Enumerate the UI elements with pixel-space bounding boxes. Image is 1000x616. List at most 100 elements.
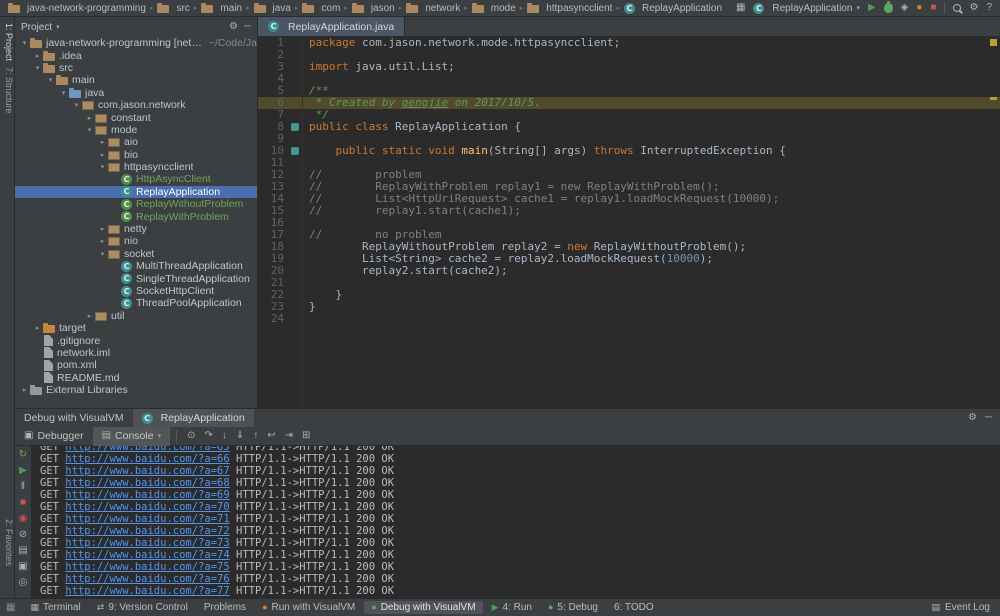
code-line-3[interactable]: 3import java.util.List; — [258, 61, 1000, 73]
tool-window-toggle-icon[interactable]: ▦ — [6, 602, 15, 613]
status-item-6-todo[interactable]: 6: TODO — [607, 601, 661, 614]
debug-session-tab[interactable]: ReplayApplication — [133, 409, 254, 427]
tree-item-network-iml[interactable]: network.iml — [15, 347, 257, 359]
tree-item-src[interactable]: ▾src — [15, 62, 257, 74]
tree-expand-icon[interactable]: ▾ — [58, 89, 69, 97]
resume-icon[interactable]: ▶ — [19, 466, 27, 476]
code-line-20[interactable]: 20 replay2.start(cache2); — [258, 265, 1000, 277]
settings-gear-icon[interactable]: ⚙ — [969, 3, 978, 13]
run-button[interactable]: ▶ — [868, 3, 876, 13]
run-config-selector[interactable]: ReplayApplication ▾ — [753, 3, 860, 14]
tree-item-httpasyncclient[interactable]: ▾httpasyncclient — [15, 161, 257, 173]
event-log-button[interactable]: ▤ Event Log — [931, 602, 994, 613]
tree-expand-icon[interactable]: ▾ — [84, 126, 95, 134]
tree-item-singlethreadapplication[interactable]: SingleThreadApplication — [15, 272, 257, 284]
code-line-10[interactable]: 10 public static void main(String[] args… — [258, 145, 1000, 157]
tree-item-threadpoolapplication[interactable]: ThreadPoolApplication — [15, 297, 257, 309]
restore-layout-icon[interactable]: ▤ — [18, 546, 27, 556]
tree-item-java[interactable]: ▾java — [15, 87, 257, 99]
help-icon[interactable]: ? — [986, 3, 992, 13]
console-url-link[interactable]: http://www.baidu.com/?a=69 — [65, 489, 229, 501]
console-output[interactable]: GET http://www.baidu.com/?a=65 HTTP/1.1-… — [32, 446, 1000, 598]
breadcrumb-item-java[interactable]: java — [254, 3, 291, 14]
breadcrumb-item-httpasyncclient[interactable]: httpasyncclient — [527, 3, 612, 14]
tree-expand-icon[interactable]: ▾ — [97, 250, 108, 258]
run-to-cursor-icon[interactable]: ⇥ — [285, 431, 293, 441]
tree-item-replaywithproblem[interactable]: ReplayWithProblem — [15, 210, 257, 222]
debug-button[interactable] — [884, 3, 893, 13]
tree-expand-icon[interactable]: ▸ — [97, 237, 108, 245]
status-item-9-version-control[interactable]: ⇄9: Version Control — [90, 601, 195, 614]
status-item-debug-with-visualvm[interactable]: ●Debug with VisualVM — [364, 601, 482, 614]
step-out-icon[interactable]: ↑ — [253, 431, 258, 441]
tree-item-bio[interactable]: ▸bio — [15, 149, 257, 161]
breadcrumb-item-jason[interactable]: jason — [352, 3, 395, 14]
breadcrumb-item-java-network-programming[interactable]: java-network-programming — [8, 3, 146, 14]
tab-debugger[interactable]: ▣ Debugger — [15, 427, 93, 446]
mute-breakpoints-icon[interactable]: ⊘ — [19, 530, 27, 540]
tree-expand-icon[interactable]: ▸ — [97, 225, 108, 233]
code-line-4[interactable]: 4 — [258, 73, 1000, 85]
evaluate-expression-icon[interactable]: ⊞ — [302, 431, 310, 441]
status-item-problems[interactable]: Problems — [197, 601, 253, 614]
tree-item-replaywithoutproblem[interactable]: ReplayWithoutProblem — [15, 198, 257, 210]
breadcrumb-item-mode[interactable]: mode — [472, 3, 516, 14]
editor-tab-replayapplication-java[interactable]: ReplayApplication.java — [258, 17, 405, 36]
scrollbar-marker[interactable] — [990, 97, 997, 100]
tree-item-netty[interactable]: ▸netty — [15, 223, 257, 235]
project-panel-title[interactable]: Project — [21, 22, 52, 33]
tree-item-gitignore[interactable]: .gitignore — [15, 334, 257, 346]
tree-item-mode[interactable]: ▾mode — [15, 124, 257, 136]
tree-expand-icon[interactable]: ▸ — [84, 114, 95, 122]
code-line-6[interactable]: 6 * Created by gengjie on 2017/10/5. — [258, 97, 1000, 109]
code-line-21[interactable]: 21 — [258, 277, 1000, 289]
tree-item-pom-xml[interactable]: pom.xml — [15, 359, 257, 371]
tree-expand-icon[interactable]: ▾ — [32, 64, 43, 72]
tree-item-main[interactable]: ▾main — [15, 74, 257, 86]
console-url-link[interactable]: http://www.baidu.com/?a=68 — [65, 477, 229, 489]
settings-gear-icon[interactable]: ⚙ — [229, 22, 238, 32]
tree-item-constant[interactable]: ▸constant — [15, 111, 257, 123]
method-gutter-icon[interactable] — [288, 121, 302, 133]
tool-windows-icon[interactable]: ▦ — [736, 3, 745, 13]
visualvm-run-button[interactable]: ● — [916, 3, 922, 13]
settings-gear-icon[interactable]: ⚙ — [968, 413, 977, 423]
status-item-run-with-visualvm[interactable]: ●Run with VisualVM — [255, 601, 362, 614]
tree-expand-icon[interactable]: ▸ — [84, 312, 95, 320]
tree-item-socket[interactable]: ▾socket — [15, 248, 257, 260]
console-url-link[interactable]: http://www.baidu.com/?a=75 — [65, 561, 229, 573]
coverage-button[interactable]: ◈ — [901, 3, 909, 13]
code-line-23[interactable]: 23} — [258, 301, 1000, 313]
console-url-link[interactable]: http://www.baidu.com/?a=71 — [65, 513, 229, 525]
console-url-link[interactable]: http://www.baidu.com/?a=74 — [65, 549, 229, 561]
line-number[interactable]: 24 — [258, 313, 288, 325]
tree-item-target[interactable]: ▸target — [15, 322, 257, 334]
drop-frame-icon[interactable]: ↩ — [267, 431, 275, 441]
console-url-link[interactable]: http://www.baidu.com/?a=65 — [65, 446, 229, 453]
view-breakpoints-icon[interactable]: ◉ — [19, 514, 28, 524]
code-line-8[interactable]: 8public class ReplayApplication { — [258, 121, 1000, 133]
tree-expand-icon[interactable]: ▸ — [19, 386, 30, 394]
breadcrumb-item-com[interactable]: com — [302, 3, 340, 14]
tree-item-com-jason-network[interactable]: ▾com.jason.network — [15, 99, 257, 111]
console-url-link[interactable]: http://www.baidu.com/?a=72 — [65, 525, 229, 537]
breadcrumb-item-src[interactable]: src — [157, 3, 189, 14]
pin-icon[interactable]: ◎ — [19, 578, 28, 588]
stop-button[interactable]: ■ — [930, 3, 936, 13]
show-execution-point-icon[interactable]: ⊙ — [187, 431, 195, 441]
tree-expand-icon[interactable]: ▸ — [32, 52, 43, 60]
tree-item-replayapplication[interactable]: ReplayApplication — [15, 186, 257, 198]
tree-expand-icon[interactable]: ▾ — [45, 76, 56, 84]
tree-item-external-libraries[interactable]: ▸External Libraries — [15, 384, 257, 396]
tree-item-aio[interactable]: ▸aio — [15, 136, 257, 148]
tree-expand-icon[interactable]: ▸ — [32, 324, 43, 332]
console-url-link[interactable]: http://www.baidu.com/?a=76 — [65, 573, 229, 585]
force-step-into-icon[interactable]: ⇓ — [236, 431, 244, 441]
console-url-link[interactable]: http://www.baidu.com/?a=77 — [65, 585, 229, 597]
thread-dump-icon[interactable]: ▣ — [18, 562, 27, 572]
code-editor[interactable]: 1package com.jason.network.mode.httpasyn… — [258, 37, 1000, 408]
status-item-4-run[interactable]: ▶4: Run — [485, 601, 539, 614]
code-line-22[interactable]: 22 } — [258, 289, 1000, 301]
tree-expand-icon[interactable]: ▾ — [19, 39, 30, 47]
console-url-link[interactable]: http://www.baidu.com/?a=66 — [65, 453, 229, 465]
